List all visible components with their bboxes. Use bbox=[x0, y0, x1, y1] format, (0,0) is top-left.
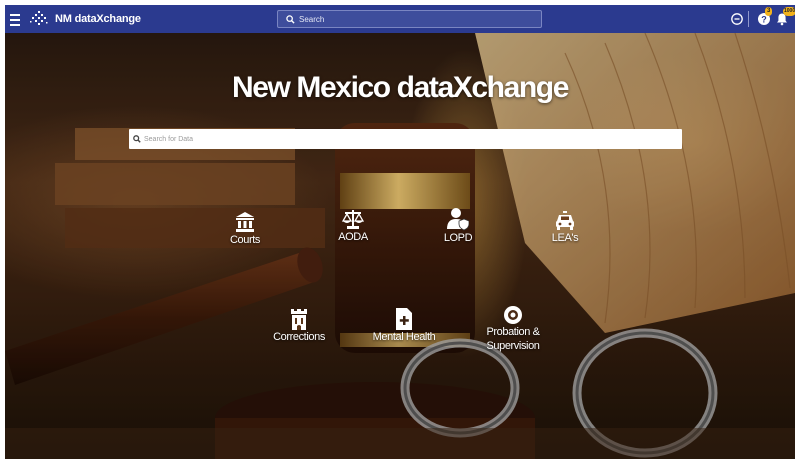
eye-icon bbox=[504, 306, 522, 324]
category-label-line2: Supervision bbox=[486, 340, 540, 352]
medical-file-icon bbox=[396, 308, 412, 330]
search-icon bbox=[133, 135, 141, 143]
category-aoda[interactable]: AODA bbox=[335, 208, 371, 244]
category-label: Corrections bbox=[273, 331, 325, 343]
category-probation-supervision[interactable]: Probation & Supervision bbox=[481, 305, 545, 353]
courthouse-icon bbox=[236, 212, 254, 232]
police-car-icon bbox=[556, 211, 574, 230]
category-label: LOPD bbox=[443, 232, 473, 244]
category-corrections[interactable]: Corrections bbox=[271, 308, 327, 344]
help-badge: 3 bbox=[765, 7, 773, 16]
search-icon bbox=[286, 14, 295, 24]
category-lopd[interactable]: LOPD bbox=[440, 207, 476, 245]
scales-icon bbox=[342, 210, 364, 229]
data-search-input[interactable]: Search for Data bbox=[129, 129, 682, 149]
category-leas[interactable]: LEA's bbox=[547, 211, 583, 245]
app-title[interactable]: NM dataXchange bbox=[55, 13, 141, 25]
global-search-input[interactable]: Search bbox=[277, 10, 542, 28]
category-mental-health[interactable]: Mental Health bbox=[370, 308, 438, 344]
app-logo-icon[interactable] bbox=[29, 9, 49, 29]
toolbar-divider bbox=[748, 11, 749, 27]
category-label-line1: Probation & bbox=[486, 326, 540, 338]
search-placeholder: Search bbox=[299, 14, 325, 24]
category-courts[interactable]: Courts bbox=[225, 211, 265, 247]
data-search-placeholder: Search for Data bbox=[144, 135, 194, 143]
hero-title: New Mexico dataXchange bbox=[232, 71, 569, 104]
prison-tower-icon bbox=[291, 309, 307, 330]
svg-text:?: ? bbox=[761, 14, 767, 24]
settings-circle-icon[interactable] bbox=[730, 12, 744, 26]
hero-banner: New Mexico dataXchange Search for Data C… bbox=[5, 33, 795, 459]
category-label: Mental Health bbox=[372, 331, 436, 343]
top-app-bar: NM dataXchange Search ? 3 1000 bbox=[5, 5, 795, 33]
notifications-badge: 1000 bbox=[783, 7, 795, 16]
category-label: LEA's bbox=[551, 232, 579, 244]
user-shield-icon bbox=[447, 208, 469, 231]
category-label: Courts bbox=[230, 234, 260, 246]
hamburger-menu-icon[interactable] bbox=[10, 11, 22, 27]
category-label: AODA bbox=[338, 231, 368, 243]
